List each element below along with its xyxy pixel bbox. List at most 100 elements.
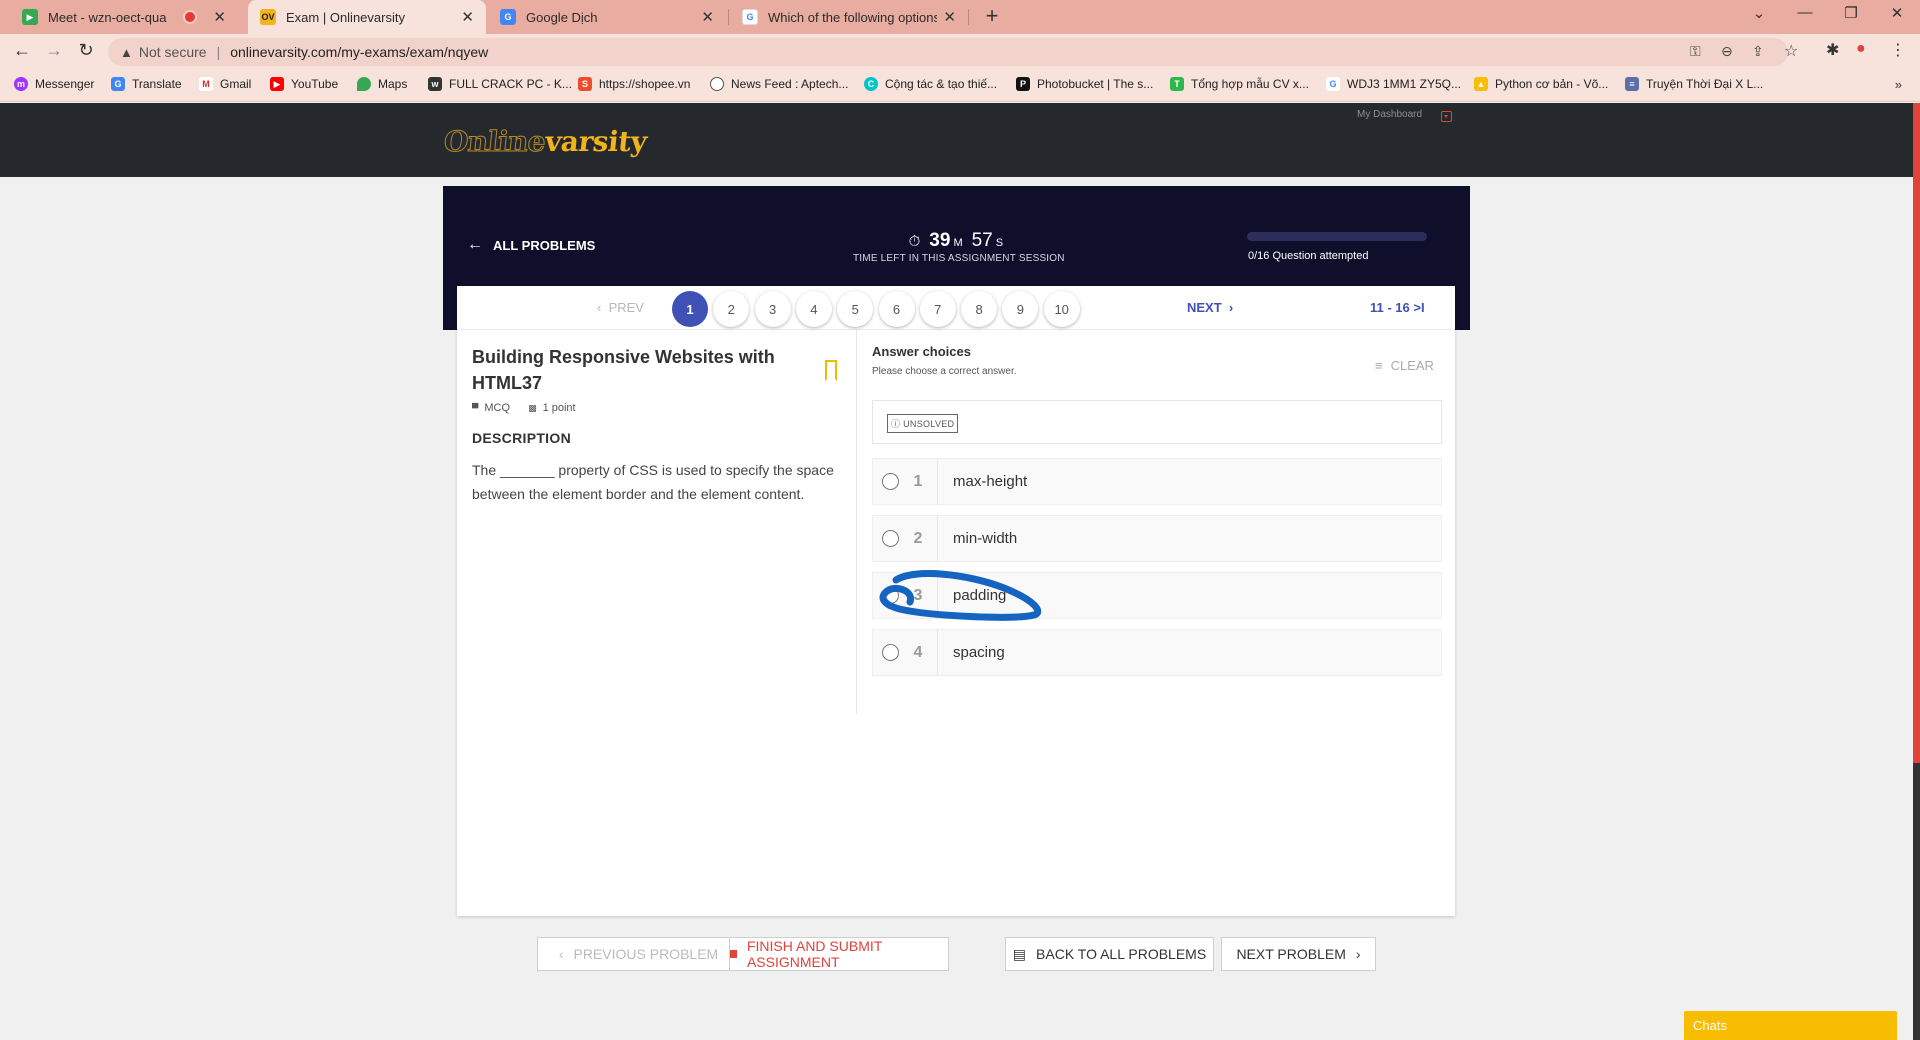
- address-bar[interactable]: ▲ Not secure | onlinevarsity.com/my-exam…: [108, 38, 1788, 66]
- tab-search-icon[interactable]: ⌄: [1744, 4, 1774, 22]
- bookmark-label: Python cơ bản - Võ...: [1495, 77, 1609, 91]
- prev-page-button[interactable]: ‹ PREV: [597, 300, 644, 315]
- dropdown-caret-icon[interactable]: [1441, 111, 1452, 122]
- url-text[interactable]: onlinevarsity.com/my-exams/exam/nqyew: [230, 44, 488, 60]
- answer-choices-pane: Answer choices Please choose a correct a…: [857, 330, 1455, 714]
- bookmark-gmail[interactable]: M Gmail: [199, 77, 251, 91]
- bookmark-news-feed[interactable]: News Feed : Aptech...: [710, 77, 848, 91]
- page-number-9[interactable]: 9: [1002, 291, 1039, 327]
- minimize-button[interactable]: —: [1790, 4, 1820, 21]
- bookmark-icon[interactable]: [825, 360, 837, 381]
- globe-icon: [710, 77, 724, 91]
- bookmark-shopee[interactable]: Shttps://shopee.vn: [578, 77, 690, 91]
- clear-icon: ≡: [1375, 358, 1383, 373]
- button-label: NEXT PROBLEM: [1236, 946, 1346, 962]
- answer-option-3[interactable]: 3 padding: [872, 572, 1442, 619]
- option-number: 2: [913, 529, 923, 547]
- bookmark-label: Photobucket | The s...: [1037, 77, 1154, 91]
- answer-option-2[interactable]: 2 min-width: [872, 515, 1442, 562]
- forward-icon[interactable]: →: [42, 40, 66, 61]
- radio-button[interactable]: [882, 644, 899, 661]
- bookmark-photobucket[interactable]: P Photobucket | The s...: [1016, 77, 1153, 91]
- scrollbar-track[interactable]: [1913, 103, 1920, 763]
- onlinevarsity-logo[interactable]: Onlinevarsity: [442, 125, 648, 159]
- all-problems-label: ALL PROBLEMS: [493, 237, 596, 253]
- close-window-button[interactable]: ✕: [1882, 4, 1912, 22]
- bookmark-wdj3[interactable]: G WDJ3 1MM1 ZY5Q...: [1326, 77, 1461, 91]
- page-number-3[interactable]: 3: [754, 291, 791, 327]
- new-tab-button[interactable]: +: [978, 3, 1006, 31]
- answer-option-4[interactable]: 4 spacing: [872, 629, 1442, 676]
- close-tab-icon[interactable]: ✕: [943, 8, 956, 26]
- close-tab-icon[interactable]: ✕: [461, 8, 474, 26]
- page-number-4[interactable]: 4: [795, 291, 832, 327]
- tab-google-translate[interactable]: G Google Dịch ✕: [488, 0, 726, 34]
- clear-button[interactable]: ≡ CLEAR: [1375, 358, 1434, 373]
- bookmark-messenger[interactable]: m Messenger: [14, 77, 94, 91]
- bookmark-truyen[interactable]: ≡ Truyện Thời Đại X L...: [1625, 77, 1763, 91]
- session-timer: ⏱ 39 M 57 S TIME LEFT IN THIS ASSIGNMENT…: [853, 230, 1065, 264]
- option-number: 1: [913, 472, 923, 490]
- bookmark-translate[interactable]: G Translate: [111, 77, 182, 91]
- warning-icon: ▲: [120, 44, 133, 60]
- page-number-10[interactable]: 10: [1043, 291, 1080, 327]
- google-icon: G: [1326, 77, 1340, 91]
- menu-icon[interactable]: ⋮: [1890, 40, 1906, 60]
- bookmark-youtube[interactable]: ▶ YouTube: [270, 77, 338, 91]
- page-number-6[interactable]: 6: [878, 291, 915, 327]
- tab-google-search[interactable]: G Which of the following options a ✕: [730, 0, 968, 34]
- bookmark-label: Messenger: [35, 77, 95, 91]
- tab-exam[interactable]: OV Exam | Onlinevarsity ✕: [248, 0, 486, 34]
- bookmark-cong-tac[interactable]: C Cộng tác & tạo thiế...: [864, 77, 997, 91]
- next-problem-button[interactable]: NEXT PROBLEM ›: [1221, 937, 1376, 971]
- close-tab-icon[interactable]: ✕: [701, 8, 714, 26]
- finish-submit-button[interactable]: FINISH AND SUBMIT ASSIGNMENT: [729, 937, 949, 971]
- page-number-5[interactable]: 5: [837, 291, 874, 327]
- page-number-1[interactable]: 1: [672, 291, 708, 327]
- answer-choices-heading: Answer choices: [872, 344, 971, 359]
- bookmark-maps[interactable]: Maps: [357, 77, 407, 91]
- page-number-2[interactable]: 2: [713, 291, 750, 327]
- restore-button[interactable]: ❐: [1836, 4, 1866, 22]
- tab-title: Google Dịch: [526, 9, 598, 25]
- bookmark-full-crack[interactable]: w FULL CRACK PC - K...: [428, 77, 572, 91]
- answer-option-1[interactable]: 1 max-height: [872, 458, 1442, 505]
- reload-icon[interactable]: ↻: [74, 40, 98, 61]
- bookmark-label: WDJ3 1MM1 ZY5Q...: [1347, 77, 1462, 91]
- profile-icon[interactable]: ●: [1856, 40, 1866, 58]
- ov-icon: OV: [260, 9, 276, 25]
- back-to-all-problems-button[interactable]: ▤ BACK TO ALL PROBLEMS: [1005, 937, 1214, 971]
- radio-button[interactable]: [882, 530, 899, 547]
- my-dashboard-link[interactable]: My Dashboard: [1357, 109, 1422, 120]
- clear-label: CLEAR: [1390, 358, 1434, 373]
- bookmark-cv[interactable]: T Tổng hợp mẫu CV x...: [1170, 77, 1309, 91]
- share-icon[interactable]: ⇪: [1752, 43, 1764, 60]
- page-range-button[interactable]: 11 - 16 >I: [1370, 300, 1425, 315]
- radio-button[interactable]: [882, 587, 899, 604]
- bookmarks-bar: m Messenger G Translate M Gmail ▶ YouTube Ma…: [0, 70, 1920, 102]
- radio-button[interactable]: [882, 473, 899, 490]
- tab-meet[interactable]: ▶ Meet - wzn-oect-qua ✕: [10, 0, 238, 34]
- bookmark-python[interactable]: ▲ Python cơ bản - Võ...: [1474, 77, 1608, 91]
- previous-problem-button[interactable]: ‹ PREVIOUS PROBLEM: [537, 937, 740, 971]
- button-label: PREVIOUS PROBLEM: [573, 946, 719, 962]
- back-icon[interactable]: ←: [10, 40, 34, 61]
- chat-widget[interactable]: Chats: [1684, 1011, 1897, 1040]
- bookmark-label: Translate: [132, 77, 182, 91]
- page-number-8[interactable]: 8: [961, 291, 998, 327]
- next-page-button[interactable]: NEXT ›: [1187, 300, 1233, 315]
- extensions-icon[interactable]: ✱: [1826, 40, 1839, 60]
- more-bookmarks-icon[interactable]: »: [1895, 77, 1902, 92]
- scrollbar-thumb[interactable]: [1913, 763, 1920, 1040]
- bookmark-label: Cộng tác & tạo thiế...: [885, 77, 998, 91]
- key-icon[interactable]: ⚿: [1690, 43, 1701, 60]
- problem-type: MCQ: [484, 402, 511, 414]
- all-problems-link[interactable]: ← ALL PROBLEMS: [467, 236, 595, 254]
- zoom-icon[interactable]: ⊖: [1721, 43, 1733, 60]
- page-number-7[interactable]: 7: [919, 291, 956, 327]
- star-icon[interactable]: ☆: [1784, 41, 1798, 61]
- browser-toolbar: ← → ↻ ▲ Not secure | onlinevarsity.com/m…: [0, 34, 1920, 70]
- bookmark-label: YouTube: [291, 77, 339, 91]
- close-tab-icon[interactable]: ✕: [213, 8, 226, 26]
- site-header: Onlinevarsity My Dashboard: [0, 103, 1920, 177]
